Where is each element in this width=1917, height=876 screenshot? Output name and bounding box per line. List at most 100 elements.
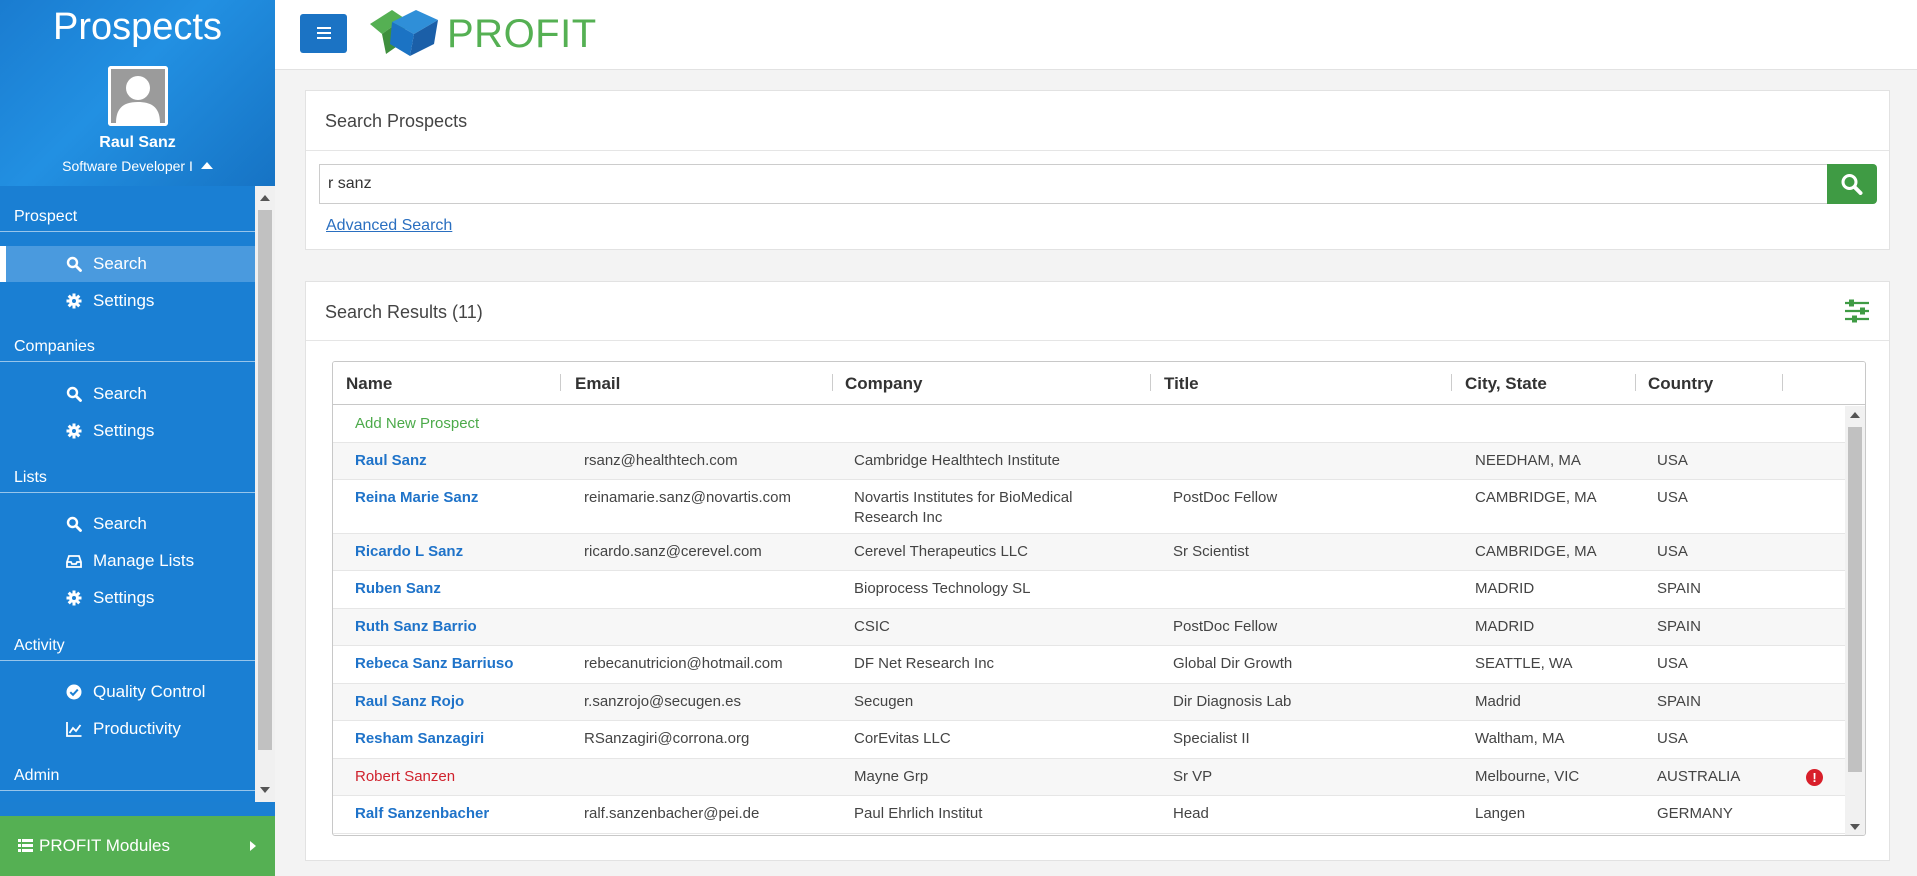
sidebar-item-manage-lists[interactable]: Manage Lists — [0, 543, 255, 579]
city-cell: MADRID — [1475, 580, 1535, 597]
scroll-thumb[interactable] — [1848, 427, 1862, 772]
sidebar-item-prospect-settings[interactable]: Settings — [0, 283, 255, 319]
scroll-down-arrow-icon[interactable] — [260, 787, 270, 793]
add-row: Add New Prospect — [333, 406, 1845, 443]
table-row[interactable]: Ricardo L Sanz ricardo.sanz@cerevel.com … — [333, 534, 1845, 571]
profit-modules-button[interactable]: PROFIT Modules — [0, 816, 275, 876]
results-table: Name Email Company Title City, State Cou… — [332, 361, 1866, 836]
search-icon — [1841, 174, 1863, 195]
company-cell: Secugen — [854, 693, 914, 710]
user-name: Raul Sanz — [99, 134, 176, 151]
search-icon — [66, 256, 82, 272]
table-row[interactable]: Raul Sanz rsanz@healthtech.com Cambridge… — [333, 443, 1845, 480]
email-cell: ricardo.sanz@cerevel.com — [584, 543, 762, 560]
sidebar-item-lists-search[interactable]: Search — [0, 506, 255, 542]
scroll-up-arrow-icon[interactable] — [260, 195, 270, 201]
table-row[interactable]: Robert Sanzen Mayne Grp Sr VP Melbourne,… — [333, 759, 1845, 796]
email-cell: r.sanzrojo@secugen.es — [584, 693, 741, 710]
app-title: Prospects — [53, 6, 222, 48]
search-button[interactable] — [1827, 164, 1877, 204]
scroll-down-arrow-icon[interactable] — [1850, 824, 1860, 830]
avatar[interactable] — [108, 66, 168, 126]
city-cell: MADRID — [1475, 618, 1535, 635]
scroll-thumb[interactable] — [258, 210, 272, 750]
table-row[interactable]: Raul Sanz Rojo r.sanzrojo@secugen.es Sec… — [333, 684, 1845, 721]
title-cell: Sr VP — [1173, 768, 1213, 785]
sidebar-item-companies-settings[interactable]: Settings — [0, 413, 255, 449]
profit-modules-label: PROFIT Modules — [39, 836, 171, 855]
prospect-name-link[interactable]: Rebeca Sanz Barriuso — [355, 655, 513, 672]
prospect-name-link[interactable]: Ruth Sanz Barrio — [355, 618, 477, 635]
company-line: Novartis Institutes for BioMedical — [854, 489, 1073, 506]
inbox-icon — [66, 555, 82, 568]
company-cell: DF Net Research Inc — [854, 655, 995, 672]
prospect-name-link[interactable]: Ruben Sanz — [355, 580, 441, 597]
sidebar-item-companies-search[interactable]: Search — [0, 376, 255, 412]
table-scrollbar[interactable] — [1845, 406, 1865, 835]
column-divider[interactable] — [832, 374, 833, 391]
table-row[interactable]: Ruth Sanz Barrio CSIC PostDoc Fellow MAD… — [333, 609, 1845, 646]
profit-logo-icon — [370, 10, 438, 56]
email-cell: reinamarie.sanz@novartis.com — [584, 489, 791, 506]
prospect-name-link[interactable]: Raul Sanz Rojo — [355, 693, 464, 710]
sliders-icon[interactable] — [1843, 297, 1871, 325]
country-cell: SPAIN — [1657, 693, 1701, 710]
sidebar-item-quality-control[interactable]: Quality Control — [0, 674, 255, 710]
column-divider[interactable] — [560, 374, 561, 391]
prospect-name-link[interactable]: Ralf Sanzenbacher — [355, 805, 489, 822]
column-header-city-state[interactable]: City, State — [1465, 374, 1547, 394]
hamburger-icon — [317, 32, 331, 34]
alert-icon[interactable]: ! — [1806, 769, 1823, 786]
column-divider[interactable] — [1150, 374, 1151, 391]
prospect-name-link[interactable]: Robert Sanzen — [355, 768, 455, 785]
company-cell: Cerevel Therapeutics LLC — [854, 543, 1028, 560]
sidebar-scrollbar[interactable] — [255, 186, 275, 802]
sidebar-item-prospect-search[interactable]: Search — [0, 246, 255, 282]
prospect-name-link[interactable]: Reina Marie Sanz — [355, 489, 478, 506]
table-row[interactable]: Reina Marie Sanz reinamarie.sanz@novarti… — [333, 480, 1845, 534]
company-cell: CSIC — [854, 618, 890, 635]
nav-section-companies: Companies — [0, 336, 255, 362]
column-divider[interactable] — [1782, 374, 1783, 391]
scroll-up-arrow-icon[interactable] — [1850, 412, 1860, 418]
sidebar-item-label: Settings — [93, 421, 155, 440]
column-header-email[interactable]: Email — [575, 374, 620, 394]
country-cell: SPAIN — [1657, 580, 1701, 597]
column-header-title[interactable]: Title — [1164, 374, 1199, 394]
prospect-name-link[interactable]: Ricardo L Sanz — [355, 543, 463, 560]
search-icon — [66, 386, 82, 402]
list-icon — [18, 839, 33, 852]
sidebar-item-label: Search — [93, 254, 147, 273]
nav-section-lists: Lists — [0, 467, 255, 493]
table-row[interactable]: Resham Sanzagiri RSanzagiri@corrona.org … — [333, 721, 1845, 759]
results-panel-title: Search Results (11) — [325, 302, 483, 322]
add-new-prospect-label[interactable]: Add New Prospect — [355, 415, 479, 432]
prospect-name-link[interactable]: Raul Sanz — [355, 452, 427, 469]
search-panel: Search Prospects Advanced Search — [305, 90, 1890, 250]
nav-section-label: Prospect — [14, 208, 78, 225]
hamburger-icon — [317, 27, 331, 29]
line-chart-icon — [66, 722, 82, 737]
prospect-name-link[interactable]: Resham Sanzagiri — [355, 730, 484, 747]
column-header-country[interactable]: Country — [1648, 374, 1713, 394]
user-role-toggle[interactable]: Software Developer I — [0, 158, 275, 174]
sidebar-item-lists-settings[interactable]: Settings — [0, 580, 255, 616]
column-divider[interactable] — [1451, 374, 1452, 391]
menu-toggle-button[interactable] — [300, 14, 347, 53]
table-row[interactable]: Rebeca Sanz Barriuso rebecanutricion@hot… — [333, 646, 1845, 684]
nav-section-label: Activity — [14, 637, 65, 654]
sidebar-item-label: Manage Lists — [93, 551, 195, 570]
add-new-prospect-link[interactable]: Add New Prospect — [355, 414, 479, 434]
sidebar-item-productivity[interactable]: Productivity — [0, 711, 255, 747]
table-row[interactable]: Ralf Sanzenbacher ralf.sanzenbacher@pei.… — [333, 796, 1845, 834]
search-input[interactable] — [319, 164, 1827, 204]
table-row[interactable]: Ruben Sanz Bioprocess Technology SL MADR… — [333, 571, 1845, 609]
column-header-name[interactable]: Name — [346, 374, 392, 394]
email-cell: RSanzagiri@corrona.org — [584, 730, 750, 747]
column-divider[interactable] — [1635, 374, 1636, 391]
column-header-company[interactable]: Company — [845, 374, 922, 394]
divider — [306, 340, 1889, 341]
email-cell: ralf.sanzenbacher@pei.de — [584, 805, 760, 822]
country-cell: USA — [1657, 543, 1688, 560]
advanced-search-link[interactable]: Advanced Search — [326, 217, 452, 235]
